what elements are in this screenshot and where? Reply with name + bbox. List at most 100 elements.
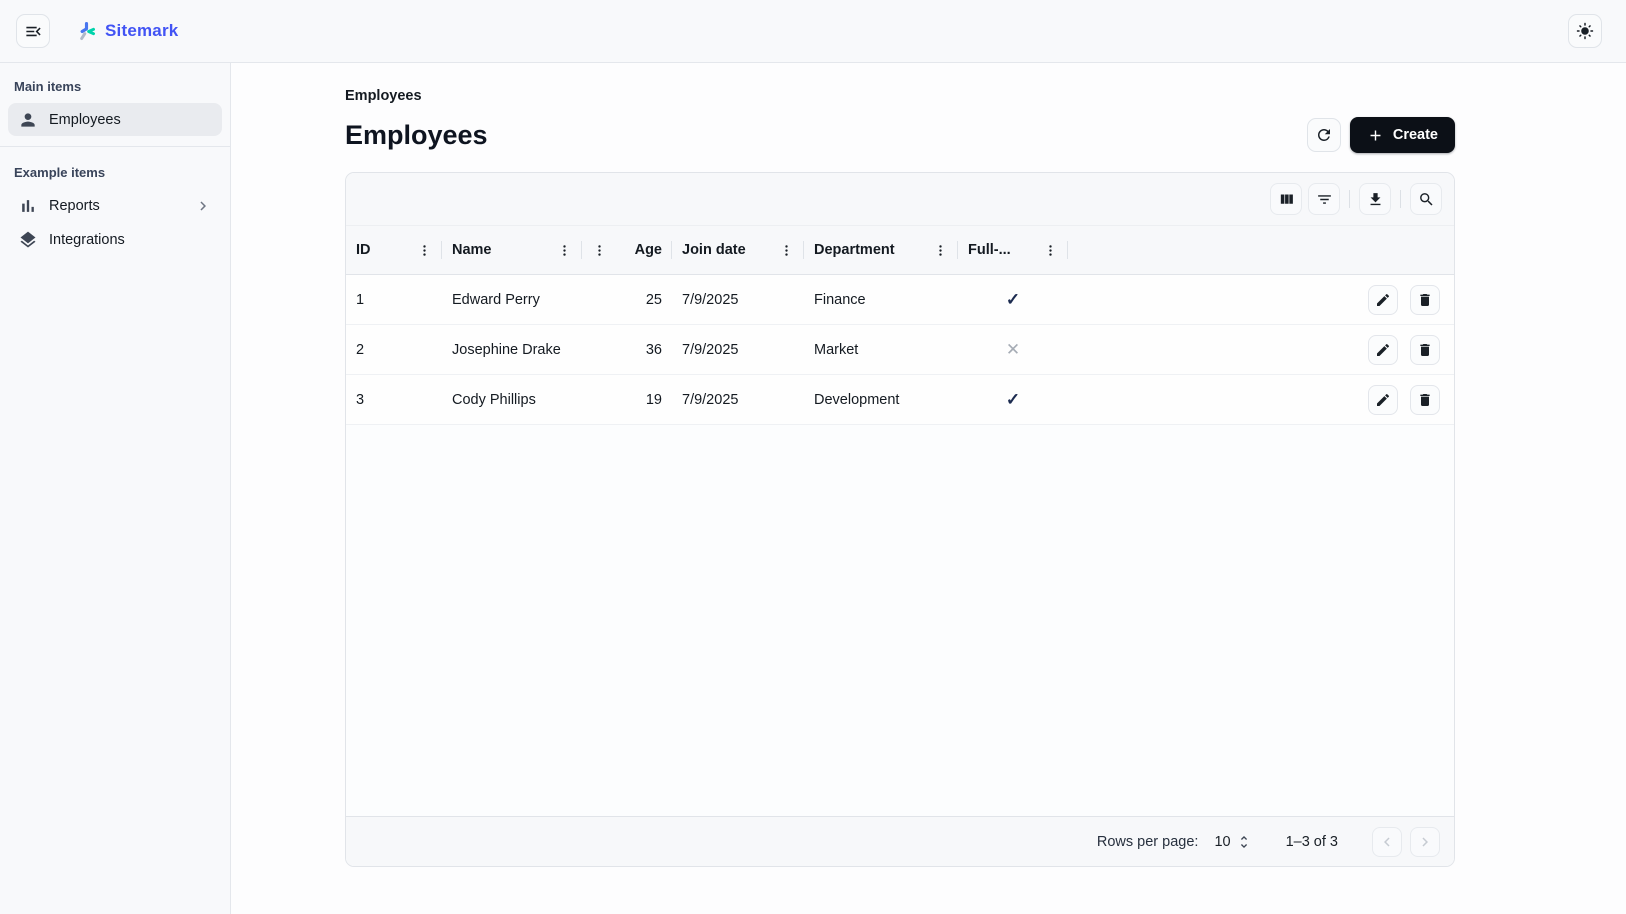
cell-name: Edward Perry: [442, 292, 582, 308]
menu-open-icon: [24, 22, 43, 41]
cell-join-date: 7/9/2025: [672, 392, 804, 408]
column-header-id[interactable]: ID: [346, 226, 442, 274]
column-label: Age: [635, 242, 662, 258]
column-menu-icon[interactable]: [1043, 243, 1058, 258]
layers-icon: [18, 230, 38, 250]
cell-age: 25: [582, 292, 672, 308]
column-header-name[interactable]: Name: [442, 226, 582, 274]
cell-name: Cody Phillips: [442, 392, 582, 408]
download-icon: [1367, 191, 1384, 208]
edit-row-button[interactable]: [1368, 335, 1398, 365]
cell-join-date: 7/9/2025: [672, 292, 804, 308]
column-menu-icon[interactable]: [557, 243, 572, 258]
create-button[interactable]: Create: [1350, 117, 1455, 153]
table-row[interactable]: 3 Cody Phillips 19 7/9/2025 Development …: [346, 375, 1454, 425]
pagination-range: 1–3 of 3: [1286, 834, 1338, 850]
cell-id: 1: [346, 292, 442, 308]
check-icon: ✓: [958, 290, 1068, 310]
column-header-full[interactable]: Full-...: [958, 226, 1068, 274]
cell-name: Josephine Drake: [442, 342, 582, 358]
cell-department: Development: [804, 392, 958, 408]
plus-icon: [1367, 127, 1384, 144]
sun-icon: [1576, 22, 1594, 40]
edit-row-button[interactable]: [1368, 385, 1398, 415]
trash-icon: [1417, 292, 1433, 308]
grid-footer: Rows per page: 10 1–3 of 3: [346, 816, 1454, 866]
grid-header: ID Name Age Join date Department Full-...: [346, 225, 1454, 275]
search-button[interactable]: [1410, 183, 1442, 215]
sitemark-logo-icon: [76, 21, 97, 42]
grid-rows: 1 Edward Perry 25 7/9/2025 Finance ✓ 2 J…: [346, 275, 1454, 425]
column-menu-icon[interactable]: [779, 243, 794, 258]
pencil-icon: [1375, 342, 1391, 358]
rows-per-page-value: 10: [1214, 834, 1230, 850]
bar-chart-icon: [18, 196, 38, 216]
cell-id: 3: [346, 392, 442, 408]
cell-department: Market: [804, 342, 958, 358]
column-label: Name: [452, 242, 492, 258]
columns-icon: [1278, 191, 1295, 208]
delete-row-button[interactable]: [1410, 285, 1440, 315]
collapse-menu-button[interactable]: [16, 14, 50, 48]
sidebar-item-integrations[interactable]: Integrations: [8, 223, 222, 256]
cell-department: Finance: [804, 292, 958, 308]
column-header-join-date[interactable]: Join date: [672, 226, 804, 274]
column-menu-icon[interactable]: [933, 243, 948, 258]
next-page-button[interactable]: [1410, 827, 1440, 857]
column-header-department[interactable]: Department: [804, 226, 958, 274]
trash-icon: [1417, 392, 1433, 408]
chevron-left-icon: [1378, 833, 1396, 851]
column-label: ID: [356, 242, 371, 258]
export-button[interactable]: [1359, 183, 1391, 215]
refresh-icon: [1315, 126, 1333, 144]
sidebar-item-label: Integrations: [49, 232, 125, 248]
person-icon: [18, 110, 38, 130]
sidebar-section-main-items: Main items: [0, 73, 230, 102]
row-actions: [1368, 335, 1454, 365]
column-label: Department: [814, 242, 895, 258]
logo-text: Sitemark: [105, 21, 178, 41]
column-menu-icon[interactable]: [592, 243, 607, 258]
theme-toggle-button[interactable]: [1568, 14, 1602, 48]
sidebar-item-employees[interactable]: Employees: [8, 103, 222, 136]
toolbar-divider: [1349, 190, 1350, 208]
create-button-label: Create: [1393, 127, 1438, 143]
toolbar-divider: [1400, 190, 1401, 208]
page-title: Employees: [345, 120, 488, 151]
table-row[interactable]: 1 Edward Perry 25 7/9/2025 Finance ✓: [346, 275, 1454, 325]
cell-join-date: 7/9/2025: [672, 342, 804, 358]
data-grid: ID Name Age Join date Department Full-... 1 E…: [345, 172, 1455, 867]
row-actions: [1368, 385, 1454, 415]
filter-icon: [1316, 191, 1333, 208]
rows-per-page-label: Rows per page:: [1097, 834, 1199, 850]
cell-age: 36: [582, 342, 672, 358]
delete-row-button[interactable]: [1410, 385, 1440, 415]
chevron-right-icon: [194, 197, 212, 215]
app-logo: Sitemark: [76, 21, 178, 42]
trash-icon: [1417, 342, 1433, 358]
column-label: Join date: [682, 242, 746, 258]
sidebar-item-label: Reports: [49, 198, 100, 214]
delete-row-button[interactable]: [1410, 335, 1440, 365]
pencil-icon: [1375, 392, 1391, 408]
grid-toolbar: [346, 173, 1454, 225]
row-actions: [1368, 285, 1454, 315]
search-icon: [1418, 191, 1435, 208]
sidebar-divider: [0, 146, 230, 147]
columns-button[interactable]: [1270, 183, 1302, 215]
refresh-button[interactable]: [1307, 118, 1341, 152]
previous-page-button[interactable]: [1372, 827, 1402, 857]
filter-button[interactable]: [1308, 183, 1340, 215]
chevron-right-icon: [1416, 833, 1434, 851]
column-header-age[interactable]: Age: [582, 226, 672, 274]
sidebar: Main items Employees Example items Repor…: [0, 63, 231, 914]
sidebar-item-label: Employees: [49, 112, 121, 128]
sidebar-item-reports[interactable]: Reports: [8, 189, 222, 222]
cell-age: 19: [582, 392, 672, 408]
table-row[interactable]: 2 Josephine Drake 36 7/9/2025 Market ✕: [346, 325, 1454, 375]
cross-icon: ✕: [958, 340, 1068, 360]
main-area: Employees Employees Create: [231, 63, 1626, 914]
edit-row-button[interactable]: [1368, 285, 1398, 315]
column-menu-icon[interactable]: [417, 243, 432, 258]
rows-per-page-select[interactable]: 10: [1214, 834, 1251, 850]
